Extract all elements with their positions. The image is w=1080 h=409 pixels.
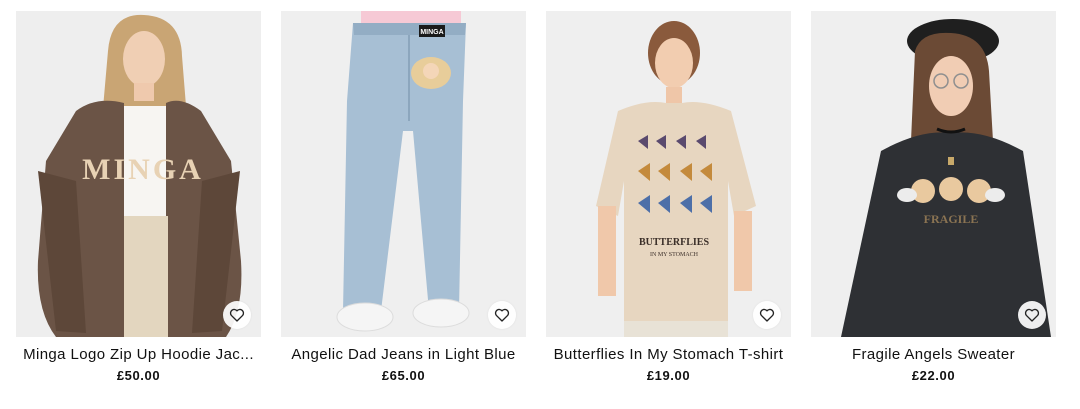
jeans-photo: MINGA: [281, 11, 526, 337]
product-name[interactable]: Minga Logo Zip Up Hoodie Jac...: [16, 346, 261, 364]
tag-text: MINGA: [420, 29, 443, 36]
sweater-photo: FRAGILE: [811, 11, 1056, 337]
product-image[interactable]: MINGA: [16, 11, 261, 337]
print-text: BUTTERFLIES: [639, 237, 709, 248]
product-card[interactable]: MINGA Minga Logo Zip Up Hoodie Jac... £5…: [16, 11, 261, 384]
product-name[interactable]: Angelic Dad Jeans in Light Blue: [281, 346, 526, 364]
heart-outline-icon: [759, 308, 775, 322]
print-subtext: IN MY STOMACH: [650, 252, 699, 258]
heart-outline-icon: [1024, 308, 1040, 322]
product-image[interactable]: BUTTERFLIES IN MY STOMACH: [546, 11, 791, 337]
wishlist-button[interactable]: [753, 301, 781, 329]
product-card[interactable]: MINGA Angelic Dad Jeans in Light Blue £6…: [281, 11, 526, 384]
product-price: £50.00: [116, 368, 161, 383]
hoodie-photo: MINGA: [16, 11, 261, 337]
heart-outline-icon: [494, 308, 510, 322]
tshirt-photo: BUTTERFLIES IN MY STOMACH: [546, 11, 791, 337]
product-grid: MINGA Minga Logo Zip Up Hoodie Jac... £5…: [0, 0, 1080, 409]
product-price: £19.00: [646, 368, 691, 383]
wishlist-button[interactable]: [223, 301, 251, 329]
product-price: £22.00: [911, 368, 956, 383]
product-name[interactable]: Fragile Angels Sweater: [811, 346, 1056, 364]
print-text: FRAGILE: [924, 212, 979, 226]
wishlist-button[interactable]: [1018, 301, 1046, 329]
heart-outline-icon: [229, 308, 245, 322]
product-name[interactable]: Butterflies In My Stomach T-shirt: [546, 346, 791, 364]
wishlist-button[interactable]: [488, 301, 516, 329]
product-price: £65.00: [381, 368, 426, 383]
product-card[interactable]: BUTTERFLIES IN MY STOMACH Butterflies In…: [546, 11, 791, 384]
product-image[interactable]: MINGA: [281, 11, 526, 337]
print-text: MINGA: [82, 153, 204, 186]
product-image[interactable]: FRAGILE: [811, 11, 1056, 337]
product-card[interactable]: FRAGILE Fragile Angels Sweater £22.00: [811, 11, 1056, 384]
